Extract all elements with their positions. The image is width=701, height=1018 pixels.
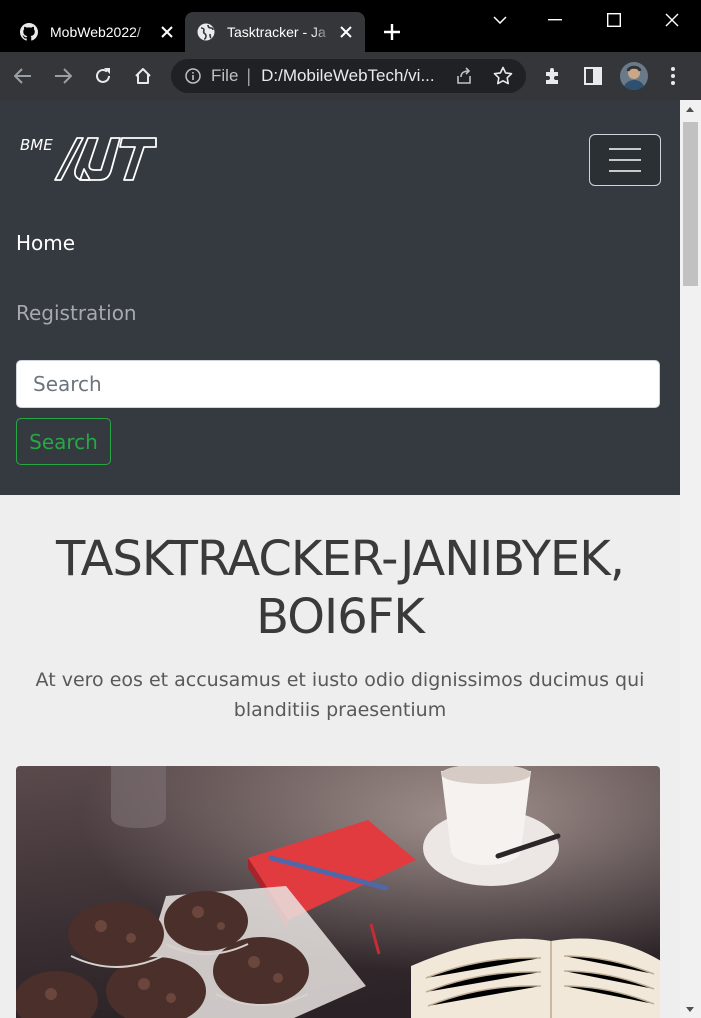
back-button[interactable]	[7, 60, 39, 92]
share-icon[interactable]	[453, 65, 475, 87]
side-panel-button[interactable]	[577, 60, 609, 92]
scheme-label: File	[211, 66, 239, 85]
profile-avatar[interactable]	[620, 62, 648, 90]
avatar-icon	[620, 62, 648, 90]
new-tab-button[interactable]	[378, 18, 406, 46]
github-icon	[20, 23, 38, 41]
address-bar[interactable]: File | D:/MobileWebTech/vi...	[171, 59, 526, 93]
extensions-button[interactable]	[537, 60, 569, 92]
bookmark-button[interactable]	[487, 60, 519, 92]
globe-icon	[197, 23, 215, 41]
search-input[interactable]	[16, 360, 660, 408]
chevron-down-icon	[493, 16, 507, 24]
nav-link-registration[interactable]: Registration	[16, 301, 137, 325]
arrow-left-icon	[14, 68, 31, 84]
hero-image	[16, 766, 660, 1018]
scroll-up-arrow-icon[interactable]	[686, 107, 694, 112]
info-icon[interactable]	[183, 66, 203, 86]
arrow-right-icon	[55, 68, 72, 84]
search-button[interactable]: Search	[16, 418, 111, 465]
hamburger-icon-bar	[609, 148, 641, 150]
minimize-button[interactable]	[540, 6, 570, 34]
tab-title: Tasktracker - Ja	[227, 24, 326, 40]
close-icon[interactable]	[333, 19, 359, 45]
forward-button[interactable]	[47, 60, 79, 92]
svg-text:BME: BME	[20, 136, 53, 154]
puzzle-icon	[546, 68, 558, 84]
star-icon	[493, 66, 513, 85]
menu-button[interactable]	[657, 60, 689, 92]
page-title: TASKTRACKER-JANIBYEK, BOI6FK	[56, 531, 625, 645]
nav-link-home[interactable]: Home	[16, 231, 75, 255]
scrollbar-thumb[interactable]	[683, 122, 698, 286]
window-close-button[interactable]	[657, 6, 687, 34]
close-icon	[665, 13, 679, 27]
url-text[interactable]: D:/MobileWebTech/vi...	[261, 66, 443, 86]
page-viewport: BME Home Registration Search TASKTRACKER…	[0, 100, 680, 1018]
plus-icon	[384, 24, 400, 40]
reload-icon	[96, 68, 110, 83]
home-icon	[135, 68, 151, 84]
side-panel-icon	[584, 67, 602, 85]
navbar: BME Home Registration Search	[0, 100, 680, 495]
tab-strip: MobWeb2022/ Tasktracker - Ja	[0, 0, 701, 52]
reload-button[interactable]	[87, 60, 119, 92]
browser-toolbar: File | D:/MobileWebTech/vi...	[0, 52, 701, 100]
tab-search-button[interactable]	[485, 6, 515, 34]
maximize-icon	[607, 13, 621, 27]
home-button[interactable]	[127, 60, 159, 92]
scroll-down-arrow-icon[interactable]	[686, 1007, 694, 1012]
minimize-icon	[548, 19, 562, 21]
maximize-button[interactable]	[599, 6, 629, 34]
tab-title: MobWeb2022/	[50, 24, 141, 40]
tab-mobweb[interactable]: MobWeb2022/	[8, 12, 186, 52]
hamburger-icon-bar	[609, 170, 641, 172]
separator: |	[246, 65, 252, 86]
kebab-menu-icon	[671, 67, 675, 85]
navbar-toggler-button[interactable]	[589, 134, 661, 186]
brand-logo[interactable]: BME	[18, 133, 160, 183]
hamburger-icon-bar	[609, 159, 641, 161]
page-scrollbar[interactable]	[680, 100, 701, 1018]
tab-tasktracker[interactable]: Tasktracker - Ja	[185, 12, 365, 52]
lead-text: At vero eos et accusamus et iusto odio d…	[35, 669, 645, 721]
close-icon[interactable]	[154, 19, 180, 45]
